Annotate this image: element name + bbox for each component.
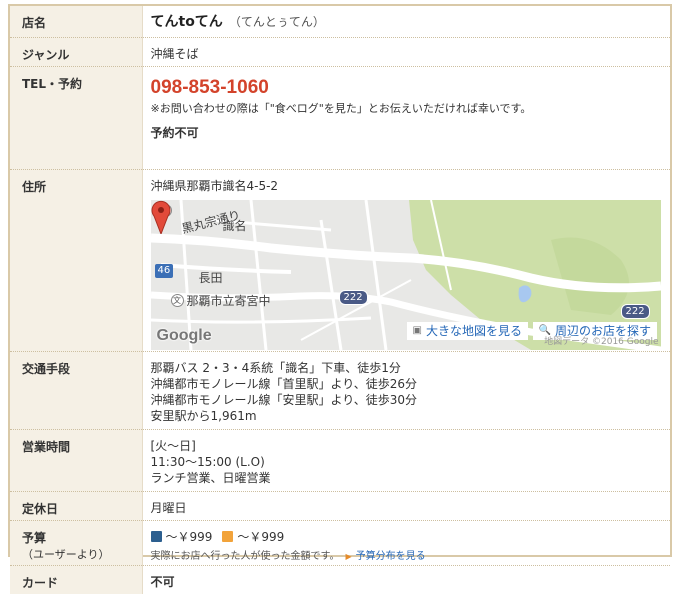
access-line: 沖縄都市モノレール線「首里駅」より、徒歩26分 <box>150 376 418 391</box>
hours-line: [火〜日] <box>150 438 196 453</box>
google-logo: Google <box>156 326 212 344</box>
tel-note: ※お問い合わせの際は「"食べログ"を見た」とお伝えいただければ幸いです。 <box>150 101 532 115</box>
restaurant-info-table: 店名 てんtoてん （てんとぅてん） ジャンル 沖縄そば TEL・予約 098-8… <box>8 4 672 594</box>
map-credit: 地図データ ©2016 Google <box>544 336 659 347</box>
school-symbol-icon: 文 <box>170 293 184 307</box>
row-hours: 営業時間 [火〜日] 11:30〜15:00 (L.O) ランチ営業、日曜営業 <box>10 429 670 492</box>
label-store-name: 店名 <box>10 6 143 38</box>
enlarge-map-label: 大きな地図を見る <box>425 323 522 338</box>
info-table: 店名 てんtoてん （てんとぅてん） ジャンル 沖縄そば TEL・予約 098-8… <box>10 6 670 594</box>
road-number: 222 <box>338 289 368 305</box>
lunch-budget: 〜￥999 <box>237 529 285 544</box>
row-tel: TEL・予約 098-853-1060 ※お問い合わせの際は「"食べログ"を見た… <box>10 66 670 170</box>
route-badge: 46 <box>154 263 174 278</box>
budget-distribution-link[interactable]: 予算分布を見る <box>356 551 426 562</box>
closed-day-value: 月曜日 <box>142 491 670 521</box>
row-genre: ジャンル 沖縄そば <box>10 37 670 67</box>
dinner-moon-icon <box>150 531 162 542</box>
map-label-school: 那覇市立寄宮中 <box>186 293 271 308</box>
card-value: 不可 <box>150 574 175 589</box>
store-reading: （てんとぅてん） <box>228 15 325 29</box>
enlarge-map-button[interactable]: ▣ 大きな地図を見る <box>406 321 528 340</box>
row-closed-day: 定休日 月曜日 <box>10 491 670 521</box>
row-budget: 予算 （ユーザーより） 〜￥999 〜￥999 実際にお店へ行った人が使った金額で… <box>10 520 670 566</box>
map-label-shikina: 識名 <box>222 218 247 233</box>
label-budget: 予算 <box>22 530 47 545</box>
address-value: 沖縄県那覇市識名4-5-2 <box>150 178 279 193</box>
label-address: 住所 <box>10 169 143 352</box>
budget-note: 実際にお店へ行った人が使った金額です。 <box>150 550 340 562</box>
store-name: てんtoてん <box>150 14 223 30</box>
row-address: 住所 沖縄県那覇市識名4-5-2 黒丸宗通り 識名 長田 那覇市立寄宮中 文 4… <box>10 169 670 352</box>
genre-value: 沖縄そば <box>142 37 670 67</box>
label-budget-sub: （ユーザーより） <box>22 547 110 561</box>
label-hours: 営業時間 <box>10 429 143 492</box>
hours-line: 11:30〜15:00 (L.O) <box>150 454 265 469</box>
hours-line: ランチ営業、日曜営業 <box>150 470 271 485</box>
lunch-sun-icon <box>222 531 234 542</box>
access-line: 沖縄都市モノレール線「安里駅」より、徒歩30分 <box>150 392 418 407</box>
access-line: 那覇バス 2・3・4系統「識名」下車、徒歩1分 <box>150 360 401 375</box>
tel-number[interactable]: 098-853-1060 <box>151 77 661 99</box>
label-card: カード <box>10 565 143 594</box>
label-closed-day: 定休日 <box>10 491 143 521</box>
label-genre: ジャンル <box>10 37 143 67</box>
label-access: 交通手段 <box>10 351 143 430</box>
reservation-status: 予約不可 <box>150 125 199 140</box>
expand-icon: ▣ <box>412 324 422 336</box>
row-access: 交通手段 那覇バス 2・3・4系統「識名」下車、徒歩1分 沖縄都市モノレール線「… <box>10 351 670 430</box>
arrow-right-icon: ▶ <box>345 551 352 561</box>
access-line: 安里駅から1,961m <box>150 408 257 423</box>
road-number: 222 <box>620 303 650 319</box>
label-tel: TEL・予約 <box>10 66 143 170</box>
dinner-budget: 〜￥999 <box>165 529 213 544</box>
location-pin-icon[interactable] <box>151 200 171 234</box>
map-label-nagata: 長田 <box>198 270 223 285</box>
row-card: カード 不可 <box>10 565 670 594</box>
map[interactable]: 黒丸宗通り 識名 長田 那覇市立寄宮中 文 文 46 222 222 Googl… <box>150 199 661 350</box>
row-store-name: 店名 てんtoてん （てんとぅてん） <box>10 6 670 38</box>
